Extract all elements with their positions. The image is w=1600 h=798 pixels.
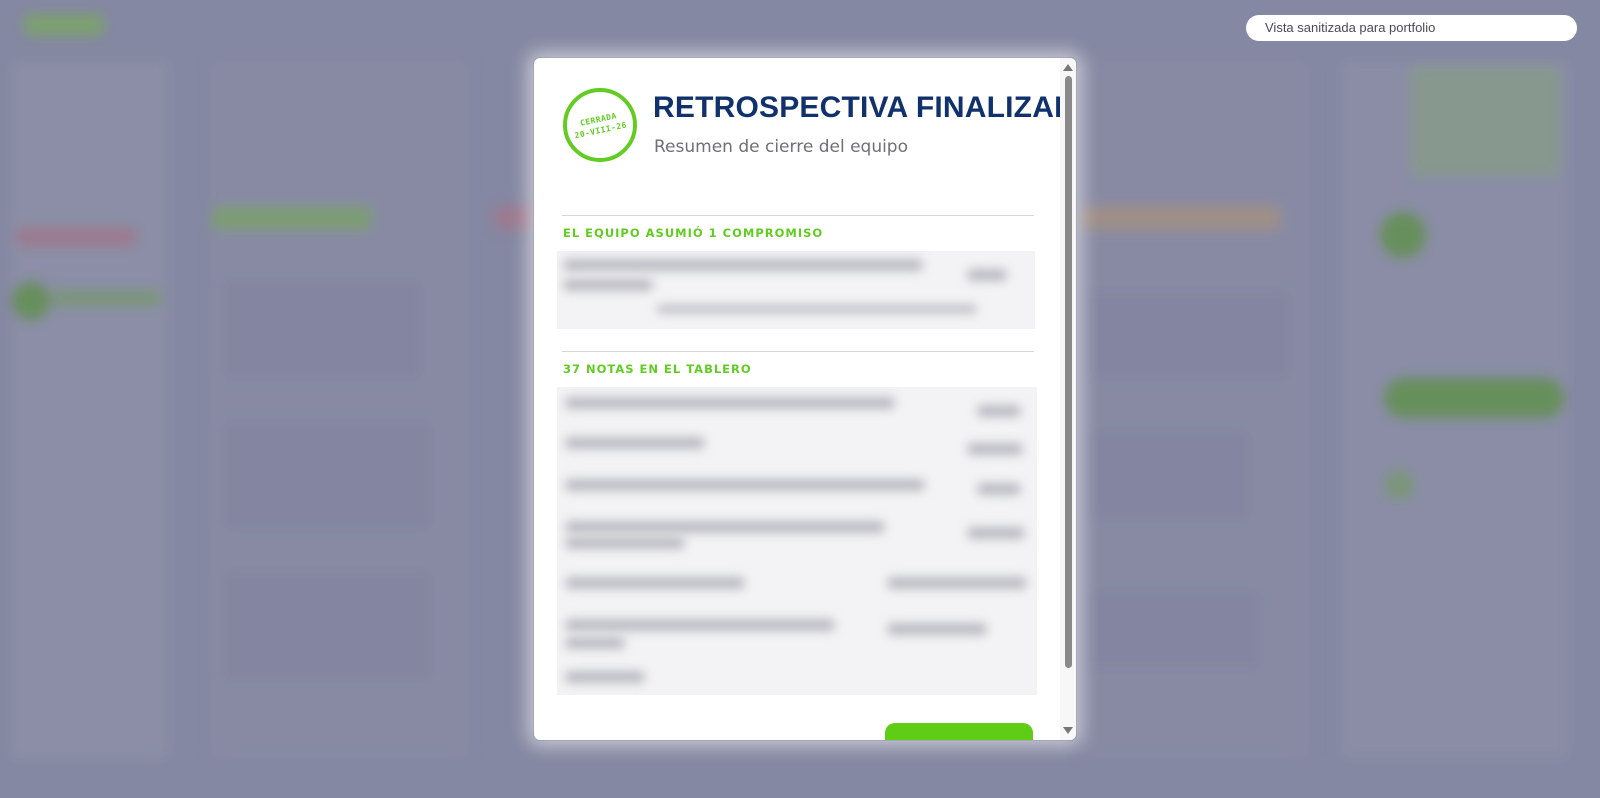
redacted-line (565, 521, 885, 533)
notes-heading: 37 NOTAS EN EL TABLERO (563, 362, 752, 376)
redacted-line (967, 443, 1023, 455)
scroll-thumb[interactable] (1065, 76, 1072, 668)
redacted-line (977, 405, 1021, 417)
redacted-line (565, 537, 685, 549)
modal-scrollbar[interactable] (1060, 58, 1076, 740)
redacted-line (967, 527, 1025, 539)
redacted-line (977, 483, 1021, 495)
commitments-list-redacted (557, 251, 1035, 329)
redacted-line (565, 437, 705, 449)
redacted-line (887, 577, 1027, 589)
commitments-heading: EL EQUIPO ASUMIÓ 1 COMPROMISO (563, 226, 824, 240)
redacted-line (565, 619, 835, 631)
scroll-up-arrow-icon[interactable] (1063, 64, 1073, 71)
retrospective-summary-modal: CERRADA 20-VIII-26 RETROSPECTIVA FINALIZ… (534, 58, 1076, 740)
scroll-down-arrow-icon[interactable] (1063, 727, 1073, 734)
close-retrospective-button[interactable] (885, 723, 1033, 740)
redacted-line (967, 269, 1007, 281)
redacted-line (563, 279, 653, 291)
redacted-line (565, 637, 625, 649)
notes-list-redacted (557, 387, 1037, 695)
redacted-line (565, 577, 745, 589)
redacted-line (565, 479, 925, 491)
section-divider (562, 215, 1034, 216)
redacted-line (887, 623, 987, 635)
modal-subtitle: Resumen de cierre del equipo (654, 137, 909, 157)
redacted-line (565, 671, 645, 683)
closed-stamp: CERRADA 20-VIII-26 (563, 88, 637, 162)
redacted-line (565, 397, 895, 409)
redacted-line (657, 305, 977, 313)
modal-title: RETROSPECTIVA FINALIZADA (653, 91, 1076, 124)
redacted-line (563, 259, 923, 271)
sanitized-view-banner: Vista sanitizada para portfolio (1246, 15, 1577, 41)
section-divider (562, 351, 1034, 352)
